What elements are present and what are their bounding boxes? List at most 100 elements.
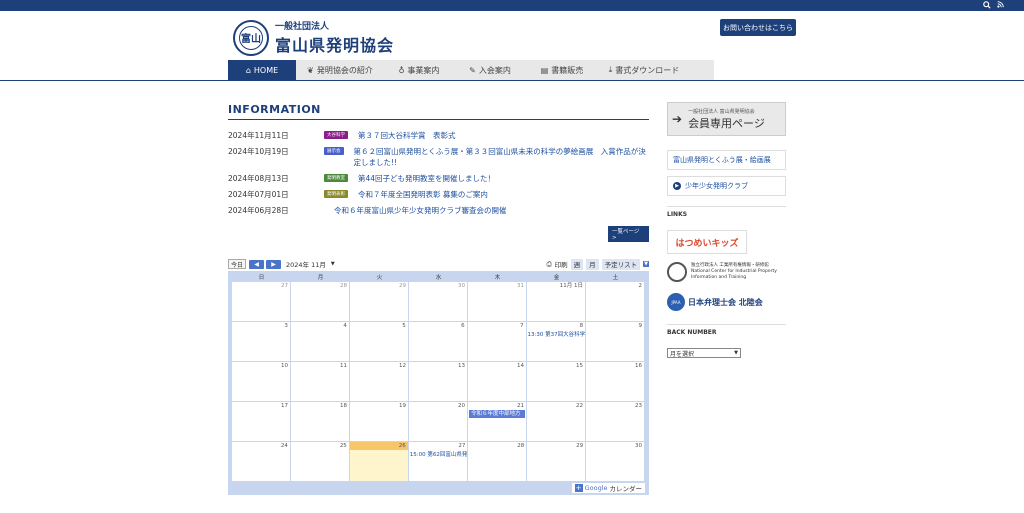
calendar-day[interactable]: 17 [232, 402, 290, 441]
next-month-button[interactable]: ▶ [266, 259, 282, 269]
calendar-day[interactable]: 23 [586, 402, 644, 441]
news-item[interactable]: 2024年08月13日 発明教室 第44回子ども発明教室を開催しました！ [228, 173, 649, 184]
tab-week[interactable]: 週 [570, 258, 584, 270]
divider [667, 206, 786, 207]
category-badge: 展示会 [324, 147, 344, 155]
nav-membership[interactable]: ✎ 入会案内 [454, 60, 526, 80]
calendar-day[interactable]: 21 令和６年度中部地方 [468, 402, 526, 441]
print-link[interactable]: 印刷 [555, 259, 568, 269]
nav-business[interactable]: ♁ 事業案内 [384, 60, 454, 80]
month-dropdown-icon[interactable]: ▼ [331, 261, 335, 267]
banner-jpaa[interactable]: JPAA 日本弁理士会 北陸会 [667, 290, 786, 314]
calendar-day[interactable]: 30 [586, 442, 645, 481]
seal-icon: 富山 [233, 19, 269, 56]
view-dropdown-icon[interactable]: ▼ [643, 261, 649, 267]
day-number: 11 [340, 363, 347, 369]
day-number: 12 [399, 363, 406, 369]
day-number: 30 [635, 443, 643, 449]
news-item[interactable]: 2024年06月28日 令和６年度富山県少年少女発明クラブ審査会の開催 [228, 205, 649, 216]
day-number: 17 [281, 403, 288, 409]
search-icon[interactable] [983, 0, 991, 11]
calendar-day[interactable]: 27 [232, 282, 290, 321]
book-icon: ▤ [540, 65, 549, 75]
day-number: 9 [638, 323, 643, 329]
calendar-day[interactable]: 30 [409, 282, 467, 321]
main-nav: ⌂ HOME ❦ 発明協会の紹介 ♁ 事業案内 ✎ 入会案内 ▤ 書籍販売 ⤓ … [228, 60, 714, 80]
calendar-week: 3 4 5 6 7 8 13:30 第37回大谷科学 9 [232, 322, 645, 362]
today-button[interactable]: 今日 [228, 259, 247, 269]
calendar-day[interactable]: 4 [290, 322, 349, 361]
month-select[interactable]: 月を選択 ▼ [667, 348, 741, 358]
day-number: 22 [576, 403, 583, 409]
nav-books[interactable]: ▤ 書籍販売 [526, 60, 598, 80]
calendar-day[interactable]: 27 15:00 第62回富山県発 [408, 442, 468, 481]
calendar-day[interactable]: 6 [408, 322, 467, 361]
leaf-icon: ❦ [307, 65, 314, 75]
calendar-day[interactable]: 25 [290, 442, 349, 481]
rss-icon[interactable] [997, 1, 1004, 10]
calendar-day[interactable]: 22 [527, 402, 585, 441]
nav-home[interactable]: ⌂ HOME [228, 60, 296, 80]
print-icon[interactable]: ⎙ [546, 260, 551, 269]
calendar-day[interactable]: 31 [468, 282, 526, 321]
prev-month-button[interactable]: ◀ [249, 259, 265, 269]
calendar-day[interactable]: 19 [350, 402, 408, 441]
calendar-day[interactable]: 7 [467, 322, 526, 361]
news-item[interactable]: 2024年11月11日 大谷科学 第３７回大谷科学賞 表彰式 [228, 130, 649, 141]
google-calendar-badge[interactable]: + Google カレンダー [571, 483, 645, 493]
nav-about[interactable]: ❦ 発明協会の紹介 [296, 60, 384, 80]
tab-month[interactable]: 月 [586, 258, 599, 270]
calendar-day[interactable]: 26 [349, 442, 408, 481]
nav-downloads[interactable]: ⤓ 書式ダウンロード [598, 60, 690, 80]
site-logo[interactable]: 富山 一般社団法人 富山県発明協会 [233, 19, 394, 56]
day-number: 11月 1日 [559, 283, 583, 289]
calendar-day[interactable]: 2 [586, 282, 644, 321]
calendar-day[interactable]: 20 [409, 402, 467, 441]
jpaa-logo-icon: JPAA [667, 293, 685, 311]
calendar-day[interactable]: 28 [468, 442, 527, 481]
calendar-day[interactable]: 11 [291, 362, 349, 401]
calendar-day[interactable]: 8 13:30 第37回大谷科学 [526, 322, 586, 361]
news-item[interactable]: 2024年07月01日 発明表彰 令和７年度全国発明表彰 募集のご案内 [228, 189, 649, 200]
day-number: 23 [635, 403, 642, 409]
calendar-day[interactable]: 15 [527, 362, 585, 401]
banner-inpit[interactable]: 独立行政法人 工業所有権情報・研修館 National Center for I… [667, 260, 786, 284]
day-number: 16 [635, 363, 642, 369]
information-heading: INFORMATION [228, 100, 649, 120]
day-number: 2 [638, 283, 643, 289]
day-number: 28 [517, 443, 525, 449]
more-news-button[interactable]: 一覧ページ > [608, 226, 649, 242]
calendar-day[interactable]: 16 [586, 362, 644, 401]
calendar-day[interactable]: 18 [291, 402, 349, 441]
chevron-right-icon: ▶ [271, 260, 276, 268]
calendar-event[interactable]: 15:00 第62回富山県発 [409, 450, 468, 458]
calendar-day[interactable]: 13 [409, 362, 467, 401]
calendar-day[interactable]: 12 [350, 362, 408, 401]
day-number: 29 [399, 283, 406, 289]
day-number: 30 [458, 283, 465, 289]
bulb-icon: ♁ [398, 65, 405, 75]
calendar-day[interactable]: 5 [349, 322, 408, 361]
tab-agenda[interactable]: 予定リスト [601, 258, 641, 270]
contact-button[interactable]: お問い合わせはこちら [720, 19, 796, 36]
news-item[interactable]: 2024年10月19日 展示会 第６２回富山県発明とくふう展・第３３回富山県未来… [228, 146, 649, 168]
divider [667, 324, 786, 325]
calendar-event[interactable]: 13:30 第37回大谷科学 [527, 330, 586, 338]
calendar-day[interactable]: 11月 1日 [527, 282, 585, 321]
calendar-day[interactable]: 29 [527, 442, 586, 481]
link-exhibition[interactable]: 富山県発明とくふう展・絵画展 [667, 150, 786, 170]
calendar-day[interactable]: 3 [232, 322, 290, 361]
banner-hatsumei-kids[interactable]: はつめいキッズ [667, 230, 786, 254]
day-number: 15 [576, 363, 583, 369]
calendar-day[interactable]: 14 [468, 362, 526, 401]
seal-center: 富山 [239, 25, 263, 50]
calendar-day[interactable]: 28 [291, 282, 349, 321]
calendar-event-bar[interactable]: 令和６年度中部地方 [469, 410, 525, 418]
calendar-day[interactable]: 29 [350, 282, 408, 321]
calendar-day[interactable]: 24 [232, 442, 290, 481]
calendar-day[interactable]: 10 [232, 362, 290, 401]
member-page-button[interactable]: ➔ 一般社団法人 富山県発明協会 会員専用ページ [667, 102, 786, 136]
link-invention-club[interactable]: ▶ 少年少女発明クラブ [667, 176, 786, 196]
day-number: 20 [458, 403, 465, 409]
calendar-day[interactable]: 9 [586, 322, 645, 361]
